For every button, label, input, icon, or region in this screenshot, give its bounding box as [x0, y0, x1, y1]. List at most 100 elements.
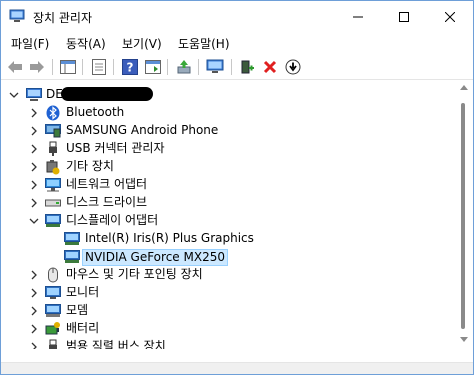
tree-item-label: 디스크 드라이브 [66, 195, 148, 209]
maximize-button[interactable] [381, 1, 427, 32]
tree-item-label: 범용 직렬 버스 장치 [66, 339, 166, 349]
device-manager-window: 장치 관리자 파일(F) 동작(A) 보기(V) 도움말(H) ? DE Blu… [0, 0, 474, 375]
show-hide-console-tree-button[interactable] [59, 58, 77, 76]
redacted-computer-name [61, 87, 153, 101]
forward-arrow-icon [30, 61, 44, 73]
chevron-right-icon[interactable] [28, 125, 40, 137]
tree-item-monitors[interactable]: 모니터 [2, 284, 452, 302]
tree-item-bluetooth[interactable]: Bluetooth [2, 104, 452, 122]
monitor-icon [45, 285, 61, 301]
scroll-up-icon[interactable] [460, 84, 468, 90]
display-adapter-icon [64, 249, 80, 265]
menu-help[interactable]: 도움말(H) [178, 35, 230, 52]
menu-action[interactable]: 동작(A) [66, 35, 106, 52]
update-driver-icon [177, 60, 191, 74]
show-hide-tree-icon [60, 60, 76, 74]
chevron-down-icon[interactable] [28, 215, 40, 227]
bluetooth-icon [45, 105, 61, 121]
svg-text:?: ? [127, 61, 134, 75]
tree-item-label: NVIDIA GeForce MX250 [82, 249, 228, 266]
tree-item-batteries[interactable]: 배터리 [2, 320, 452, 338]
chevron-right-icon[interactable] [28, 143, 40, 155]
chevron-right-icon[interactable] [28, 287, 40, 299]
tree-item-label: 네트워크 어댑터 [66, 177, 148, 191]
properties-icon [92, 59, 106, 75]
add-legacy-icon [241, 60, 254, 74]
toolbar-separator [231, 59, 232, 75]
tree-item-nvidia-geforce[interactable]: NVIDIA GeForce MX250 [2, 248, 452, 266]
chevron-right-icon[interactable] [28, 197, 40, 209]
tree-item-label: SAMSUNG Android Phone [66, 123, 219, 137]
tree-item-label: Bluetooth [66, 105, 125, 119]
chevron-right-icon[interactable] [28, 341, 40, 349]
toolbar-separator [52, 59, 53, 75]
tree-item-mice[interactable]: 마우스 및 기타 포인팅 장치 [2, 266, 452, 284]
tree-item-label: Intel(R) Iris(R) Plus Graphics [85, 231, 254, 245]
tree-item-disk-drives[interactable]: 디스크 드라이브 [2, 194, 452, 212]
chevron-right-icon[interactable] [28, 107, 40, 119]
minimize-icon [353, 16, 363, 17]
usb-device-icon [45, 339, 61, 349]
tree-item-network-adapters[interactable]: 네트워크 어댑터 [2, 176, 452, 194]
close-button[interactable] [427, 1, 473, 32]
chevron-right-icon[interactable] [28, 269, 40, 281]
scroll-thumb[interactable] [461, 103, 465, 329]
maximize-icon [399, 11, 409, 22]
toolbar-separator [113, 59, 114, 75]
tree-item-label: 디스플레이 어댑터 [66, 213, 159, 227]
forward-button[interactable] [28, 58, 46, 76]
toolbar-separator [82, 59, 83, 75]
back-arrow-icon [8, 61, 22, 73]
modem-icon [45, 303, 61, 319]
chevron-down-icon[interactable] [8, 89, 20, 101]
other-device-icon [45, 159, 61, 175]
title-bar[interactable]: 장치 관리자 [1, 1, 473, 32]
tree-item-samsung-android-phone[interactable]: SAMSUNG Android Phone [2, 122, 452, 140]
tree-item-usb-devices[interactable]: 범용 직렬 버스 장치 [2, 338, 452, 349]
display-adapter-icon [45, 213, 61, 229]
close-icon [445, 11, 455, 22]
computer-icon [26, 87, 42, 103]
toolbar-separator [167, 59, 168, 75]
chevron-right-icon[interactable] [28, 323, 40, 335]
tree-item-display-adapters[interactable]: 디스플레이 어댑터 [2, 212, 452, 230]
chevron-right-icon[interactable] [28, 179, 40, 191]
network-icon [45, 177, 61, 193]
tree-item-label: 모뎀 [66, 303, 89, 317]
status-bar [1, 362, 473, 374]
mouse-icon [45, 267, 61, 283]
uninstall-icon [263, 60, 277, 74]
scroll-down-icon[interactable] [460, 337, 468, 343]
tree-item-intel-graphics[interactable]: Intel(R) Iris(R) Plus Graphics [2, 230, 452, 248]
minimize-button[interactable] [335, 1, 381, 32]
action-icon [145, 60, 161, 74]
properties-button[interactable] [90, 58, 108, 76]
battery-icon [45, 321, 61, 337]
add-legacy-hardware-button[interactable] [238, 58, 256, 76]
toolbar: ? [1, 55, 473, 80]
chevron-right-icon[interactable] [28, 161, 40, 173]
chevron-right-icon[interactable] [28, 305, 40, 317]
uninstall-device-button[interactable] [261, 58, 279, 76]
window-title: 장치 관리자 [33, 11, 93, 25]
menu-bar: 파일(F) 동작(A) 보기(V) 도움말(H) [1, 32, 473, 53]
menu-file[interactable]: 파일(F) [11, 35, 49, 52]
help-button[interactable]: ? [121, 58, 139, 76]
action-pane-button[interactable] [144, 58, 162, 76]
help-icon: ? [122, 59, 138, 75]
disable-device-button[interactable] [284, 58, 302, 76]
back-button[interactable] [6, 58, 24, 76]
update-driver-button[interactable] [175, 58, 193, 76]
device-tree[interactable]: DE Bluetooth SAMSUNG Android Phone USB 커… [2, 81, 456, 349]
toolbar-separator [198, 59, 199, 75]
vertical-scrollbar[interactable] [456, 81, 472, 349]
menu-view[interactable]: 보기(V) [122, 35, 162, 52]
horizontal-scrollbar[interactable] [2, 350, 456, 362]
tree-item-modems[interactable]: 모뎀 [2, 302, 452, 320]
tree-item-usb-connector-manager[interactable]: USB 커넥터 관리자 [2, 140, 452, 158]
tree-item-label: 배터리 [66, 321, 100, 335]
tree-item-other-devices[interactable]: 기타 장치 [2, 158, 452, 176]
disk-icon [45, 195, 61, 211]
scan-hardware-button[interactable] [206, 58, 224, 76]
device-manager-app-icon [9, 9, 25, 22]
